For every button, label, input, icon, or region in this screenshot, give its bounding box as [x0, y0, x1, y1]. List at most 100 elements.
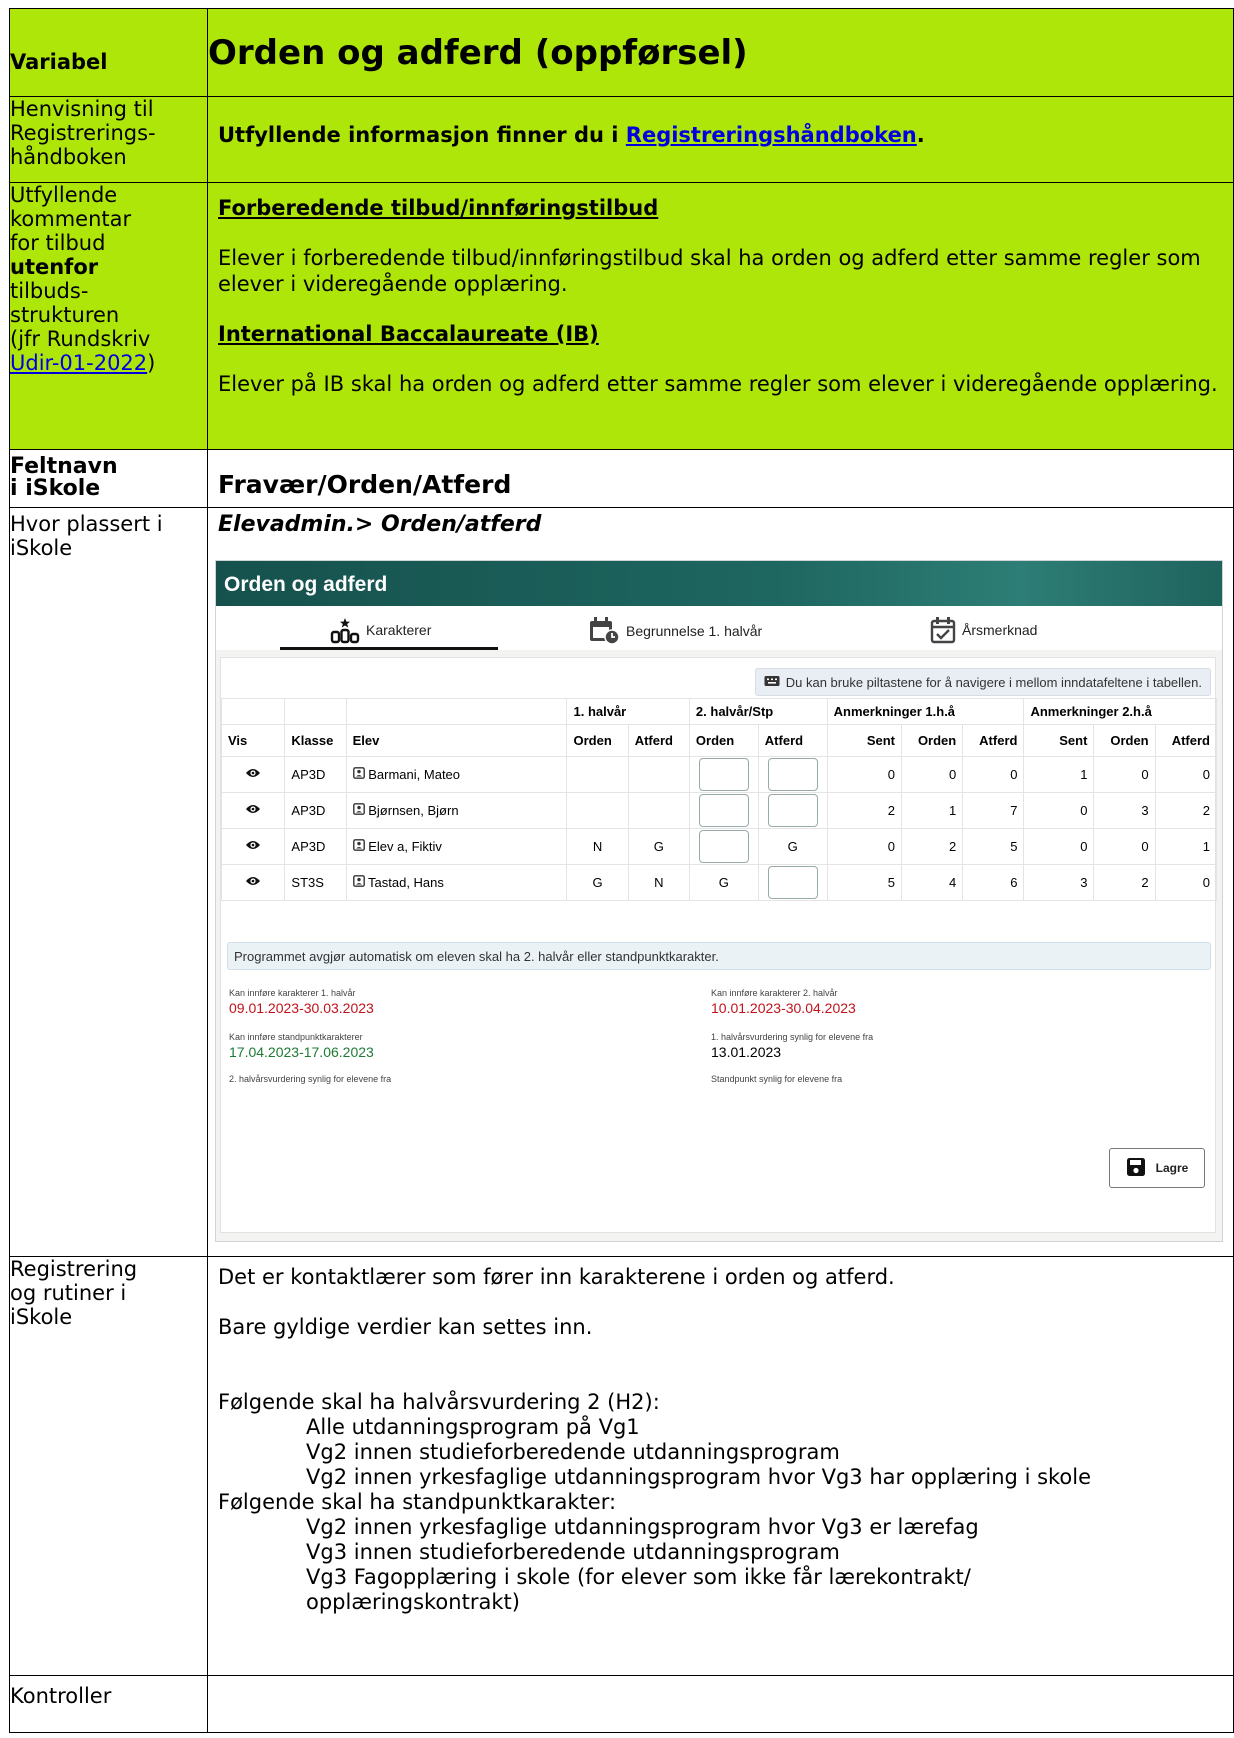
cell-elev[interactable]: Bjørnsen, Bjørn	[345, 792, 568, 829]
column-header: Orden	[566, 724, 629, 757]
section-heading-ib: International Baccalaureate (IB)	[218, 322, 599, 346]
cell-h2-atferd	[757, 756, 828, 793]
meta-label: Kan innføre standpunktkarakterer	[229, 1032, 363, 1042]
eye-icon[interactable]	[220, 828, 286, 865]
henvisning-text: Utfyllende informasjon finner du i	[218, 123, 626, 147]
cell-h1-orden	[566, 756, 629, 793]
grade-input-atferd[interactable]	[767, 758, 818, 791]
active-tab-indicator	[280, 647, 498, 650]
info-message: Programmet avgjør automatisk om eleven s…	[227, 942, 1211, 970]
label-line: iSkole	[10, 1305, 73, 1329]
row-kommentar: Utfyllende kommentar for tilbud utenfor …	[9, 182, 1234, 450]
document-table: Variabel Orden og adferd (oppførsel) Hen…	[9, 8, 1234, 1733]
grade-input-atferd[interactable]	[767, 866, 818, 899]
column-header: Elev	[345, 724, 568, 757]
cell-klasse: AP3D	[284, 792, 347, 829]
label-line: Registrerings-	[10, 121, 156, 145]
column-header: Klasse	[284, 724, 347, 757]
eye-icon[interactable]	[220, 792, 286, 829]
table-column-header: Vis Klasse Elev Orden Atferd Orden Atfer…	[220, 724, 1218, 757]
registreringshandboken-link[interactable]: Registreringshåndboken	[626, 123, 917, 147]
label-variabel: Variabel	[9, 8, 208, 97]
cell-a2-sent: 1	[1023, 756, 1095, 793]
save-button[interactable]: Lagre	[1109, 1148, 1205, 1188]
cell-a2-orden: 2	[1093, 864, 1156, 901]
cell-a2-orden: 3	[1093, 792, 1156, 829]
student-card-icon	[352, 767, 365, 782]
feltnavn-value: Fravær/Orden/Atferd	[207, 449, 1234, 508]
cell-h2-orden	[688, 828, 759, 865]
label-tail: )	[147, 351, 156, 375]
menu-path: Elevadmin.> Orden/atferd	[218, 512, 542, 537]
plassering-content: Elevadmin.> Orden/atferd Orden og adferd…	[207, 507, 1234, 1257]
cell-h2-orden: G	[688, 864, 759, 901]
cell-klasse: AP3D	[284, 756, 347, 793]
cell-elev[interactable]: Barmani, Mateo	[345, 756, 568, 793]
label-line-bold: utenfor	[10, 255, 99, 279]
meta-label: 2. halvårsvurdering synlig for elevene f…	[229, 1074, 392, 1084]
cell-elev[interactable]: Tastad, Hans	[345, 864, 568, 901]
cell-h1-orden	[566, 792, 629, 829]
list-item: Vg2 innen studieforberedende utdanningsp…	[306, 1440, 840, 1464]
grade-input-orden[interactable]	[698, 830, 749, 863]
label-line: Hvor plassert i	[10, 512, 163, 536]
calendar-clock-icon	[588, 616, 620, 646]
table-row: ST3S Tastad, Hans G N G 5 4 6 3 2 0	[220, 864, 1218, 901]
meta-label: Kan innføre karakterer 2. halvår	[711, 988, 838, 998]
grade-input-orden[interactable]	[698, 758, 749, 791]
henvisning-content: Utfyllende informasjon finner du i Regis…	[207, 96, 1234, 183]
calendar-check-icon	[930, 616, 956, 644]
column-header: Sent	[826, 724, 903, 757]
list-item: Vg2 innen yrkesfaglige utdanningsprogram…	[306, 1465, 1092, 1489]
label-kontroller: Kontroller	[9, 1675, 208, 1733]
screenshot-header: Orden og adferd	[216, 561, 1222, 606]
cell-elev[interactable]: Elev a, Fiktiv	[345, 828, 568, 865]
grade-input-atferd[interactable]	[767, 794, 818, 827]
label-kommentar: Utfyllende kommentar for tilbud utenfor …	[9, 182, 208, 450]
cell-a1-atferd: 0	[962, 756, 1025, 793]
tab-arsmerknad[interactable]: Årsmerknad	[930, 616, 1037, 644]
list-heading-stp: Følgende skal ha standpunktkarakter:	[218, 1490, 617, 1514]
row-feltnavn: Feltnavn i iSkole Fravær/Orden/Atferd	[9, 449, 1234, 508]
row-kontroller: Kontroller	[9, 1675, 1234, 1733]
label-line: iSkole	[10, 536, 73, 560]
udir-link[interactable]: Udir-01-2022	[10, 351, 147, 375]
table-row: AP3D Bjørnsen, Bjørn 2 1 7 0 3 2	[220, 792, 1218, 829]
section-text-ib: Elever på IB skal ha orden og adferd ett…	[218, 372, 1218, 396]
cell-a1-sent: 0	[826, 828, 903, 865]
label-registrering: Registrering og rutiner i iSkole	[9, 1256, 208, 1676]
cell-h1-atferd	[627, 756, 690, 793]
kontroller-content	[207, 1675, 1234, 1733]
label-line: strukturen	[10, 303, 120, 327]
page-title: Orden og adferd (oppførsel)	[207, 8, 1234, 97]
cell-h2-orden	[688, 792, 759, 829]
eye-icon[interactable]	[220, 756, 286, 793]
eye-icon[interactable]	[220, 864, 286, 901]
cell-a1-orden: 2	[901, 828, 964, 865]
karakterer-icon	[330, 616, 360, 644]
tab-begrunnelse[interactable]: Begrunnelse 1. halvår	[588, 616, 762, 646]
label-henvisning: Henvisning til Registrerings- håndboken	[9, 96, 208, 183]
hint-text: Du kan bruke piltastene for å navigere i…	[785, 675, 1202, 690]
meta-value-red: 10.01.2023-30.04.2023	[711, 1000, 856, 1016]
group-header: 1. halvår	[566, 698, 690, 725]
kommentar-content: Forberedende tilbud/innføringstilbud Ele…	[207, 182, 1234, 450]
cell-h1-orden: N	[566, 828, 629, 865]
student-name: Elev a, Fiktiv	[368, 839, 442, 854]
student-name: Bjørnsen, Bjørn	[368, 803, 459, 818]
table-row: AP3D Elev a, Fiktiv N G G 0 2 5 0 0 1	[220, 828, 1218, 865]
tab-karakterer[interactable]: Karakterer	[330, 616, 431, 644]
paragraph: Bare gyldige verdier kan settes inn.	[218, 1315, 593, 1339]
list-item: Vg2 innen yrkesfaglige utdanningsprogram…	[306, 1515, 979, 1539]
cell-a2-sent: 0	[1023, 792, 1095, 829]
row-plassering: Hvor plassert i iSkole Elevadmin.> Orden…	[9, 507, 1234, 1257]
cell-a1-atferd: 7	[962, 792, 1025, 829]
label-line: Utfyllende	[10, 183, 118, 207]
table-row: AP3D Barmani, Mateo 0 0 0 1 0 0	[220, 756, 1218, 793]
grade-input-orden[interactable]	[698, 794, 749, 827]
cell-h2-orden	[688, 756, 759, 793]
label-line: håndboken	[10, 145, 127, 169]
screenshot-tabs: Karakterer Begrunnelse 1. halvår Årsmerk…	[216, 606, 1222, 650]
column-header: Sent	[1023, 724, 1095, 757]
cell-h2-atferd: G	[757, 828, 828, 865]
